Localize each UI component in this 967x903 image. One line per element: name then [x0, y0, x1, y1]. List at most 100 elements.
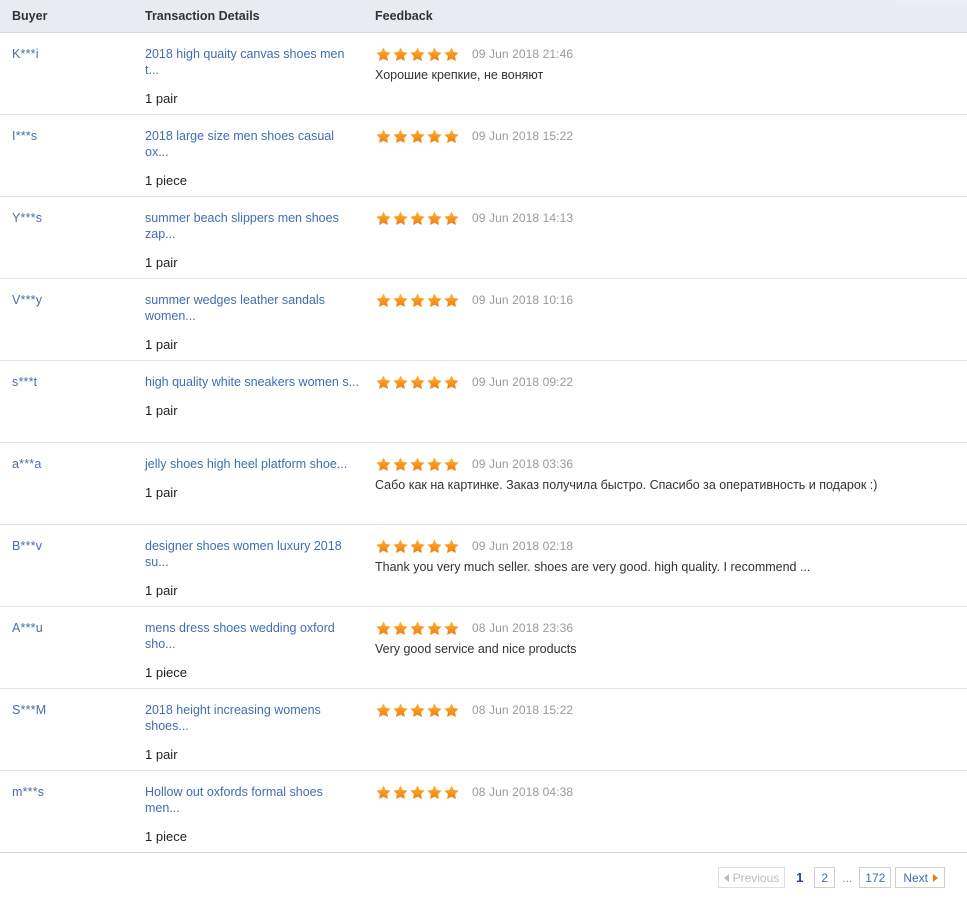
- star-icon: [376, 784, 391, 799]
- table-row: m***s Hollow out oxfords formal shoes men…: [0, 771, 967, 853]
- table-header-row: Buyer Transaction Details Feedback: [0, 0, 967, 33]
- star-icon: [376, 128, 391, 143]
- pagination-page-last[interactable]: 172: [859, 867, 892, 888]
- rating-stars: [375, 374, 460, 391]
- star-icon: [427, 702, 442, 717]
- buyer-name: B***v: [12, 539, 43, 553]
- pagination-previous-label: Previous: [732, 870, 780, 885]
- transaction-details-cell: summer wedges leather sandals women... 1 …: [145, 292, 375, 353]
- star-icon: [376, 374, 391, 389]
- feedback-cell: 08 Jun 2018 23:36 Very good service and n…: [375, 620, 967, 658]
- star-icon: [444, 46, 459, 61]
- star-icon: [410, 128, 425, 143]
- table-row: I***s 2018 large size men shoes casual ox…: [0, 115, 967, 197]
- buyer-name: s***t: [12, 375, 38, 389]
- buyer-name: S***M: [12, 703, 47, 717]
- star-icon: [376, 620, 391, 635]
- feedback-rating-row: 09 Jun 2018 15:22: [375, 128, 957, 144]
- feedback-date: 09 Jun 2018 15:22: [472, 129, 574, 143]
- transaction-details-cell: high quality white sneakers women s... 1 …: [145, 374, 375, 419]
- table-row: V***y summer wedges leather sandals women…: [0, 279, 967, 361]
- buyer-name: A***u: [12, 621, 43, 635]
- quantity-label: 1 pair: [145, 583, 178, 598]
- rating-stars: [375, 620, 460, 637]
- feedback-date: 09 Jun 2018 02:18: [472, 539, 574, 553]
- feedback-cell: 09 Jun 2018 09:22: [375, 374, 967, 390]
- product-title-link[interactable]: designer shoes women luxury 2018 su...: [145, 538, 359, 570]
- pagination-page-current: 1: [796, 870, 804, 885]
- star-icon: [444, 784, 459, 799]
- product-title-link[interactable]: summer wedges leather sandals women...: [145, 292, 359, 324]
- rating-stars: [375, 784, 460, 801]
- buyer-name: a***a: [12, 457, 42, 471]
- chevron-right-icon: [933, 873, 938, 882]
- star-icon: [393, 46, 408, 61]
- rating-stars: [375, 702, 460, 719]
- pagination-previous-button[interactable]: Previous: [717, 867, 786, 888]
- quantity-label: 1 pair: [145, 747, 178, 762]
- product-title-link[interactable]: 2018 high quaity canvas shoes men t...: [145, 46, 359, 78]
- quantity-label: 1 piece: [145, 829, 187, 844]
- transaction-details-cell: designer shoes women luxury 2018 su... 1 …: [145, 538, 375, 599]
- pagination-ellipsis: ...: [842, 870, 853, 885]
- star-icon: [393, 784, 408, 799]
- star-icon: [427, 128, 442, 143]
- feedback-cell: 09 Jun 2018 15:22: [375, 128, 967, 144]
- star-icon: [376, 210, 391, 225]
- feedback-rows: K***i 2018 high quaity canvas shoes men t…: [0, 33, 967, 853]
- table-row: B***v designer shoes women luxury 2018 su…: [0, 525, 967, 607]
- star-icon: [444, 620, 459, 635]
- feedback-rating-row: 09 Jun 2018 03:36: [375, 456, 957, 472]
- feedback-rating-row: 09 Jun 2018 02:18: [375, 538, 957, 554]
- column-header-feedback: Feedback: [375, 9, 433, 23]
- star-icon: [376, 702, 391, 717]
- star-icon: [410, 702, 425, 717]
- transaction-details-cell: mens dress shoes wedding oxford sho... 1 …: [145, 620, 375, 681]
- star-icon: [410, 292, 425, 307]
- buyer-name: K***i: [12, 47, 39, 61]
- top-edge-artifact: [895, 0, 967, 5]
- star-icon: [427, 292, 442, 307]
- pagination-next-button[interactable]: Next: [895, 867, 945, 888]
- product-title-link[interactable]: 2018 large size men shoes casual ox...: [145, 128, 359, 160]
- star-icon: [376, 538, 391, 553]
- product-title-link[interactable]: jelly shoes high heel platform shoe...: [145, 456, 359, 472]
- star-icon: [427, 210, 442, 225]
- feedback-rating-row: 09 Jun 2018 10:16: [375, 292, 957, 308]
- star-icon: [393, 292, 408, 307]
- pagination-page-2[interactable]: 2: [814, 867, 836, 888]
- feedback-date: 09 Jun 2018 10:16: [472, 293, 574, 307]
- buyer-name: I***s: [12, 129, 38, 143]
- quantity-label: 1 pair: [145, 91, 178, 106]
- feedback-date: 09 Jun 2018 14:13: [472, 211, 574, 225]
- rating-stars: [375, 538, 460, 555]
- feedback-rating-row: 09 Jun 2018 21:46: [375, 46, 957, 62]
- quantity-label: 1 pair: [145, 403, 178, 418]
- feedback-date: 08 Jun 2018 23:36: [472, 621, 574, 635]
- star-icon: [410, 456, 425, 471]
- pagination-next-label: Next: [903, 870, 928, 885]
- rating-stars: [375, 128, 460, 145]
- star-icon: [444, 292, 459, 307]
- product-title-link[interactable]: mens dress shoes wedding oxford sho...: [145, 620, 359, 652]
- rating-stars: [375, 46, 460, 63]
- star-icon: [393, 538, 408, 553]
- feedback-rating-row: 08 Jun 2018 23:36: [375, 620, 957, 636]
- table-row: K***i 2018 high quaity canvas shoes men t…: [0, 33, 967, 115]
- feedback-date: 09 Jun 2018 09:22: [472, 375, 574, 389]
- feedback-rating-row: 09 Jun 2018 09:22: [375, 374, 957, 390]
- quantity-label: 1 pair: [145, 337, 178, 352]
- table-row: a***a jelly shoes high heel platform shoe…: [0, 443, 967, 525]
- product-title-link[interactable]: summer beach slippers men shoes zap...: [145, 210, 359, 242]
- star-icon: [410, 210, 425, 225]
- product-title-link[interactable]: 2018 height increasing womens shoes...: [145, 702, 359, 734]
- star-icon: [410, 538, 425, 553]
- product-title-link[interactable]: Hollow out oxfords formal shoes men...: [145, 784, 359, 816]
- star-icon: [444, 538, 459, 553]
- star-icon: [410, 374, 425, 389]
- feedback-date: 08 Jun 2018 04:38: [472, 785, 574, 799]
- quantity-label: 1 piece: [145, 173, 187, 188]
- star-icon: [427, 784, 442, 799]
- transaction-details-cell: Hollow out oxfords formal shoes men... 1 …: [145, 784, 375, 845]
- product-title-link[interactable]: high quality white sneakers women s...: [145, 374, 359, 390]
